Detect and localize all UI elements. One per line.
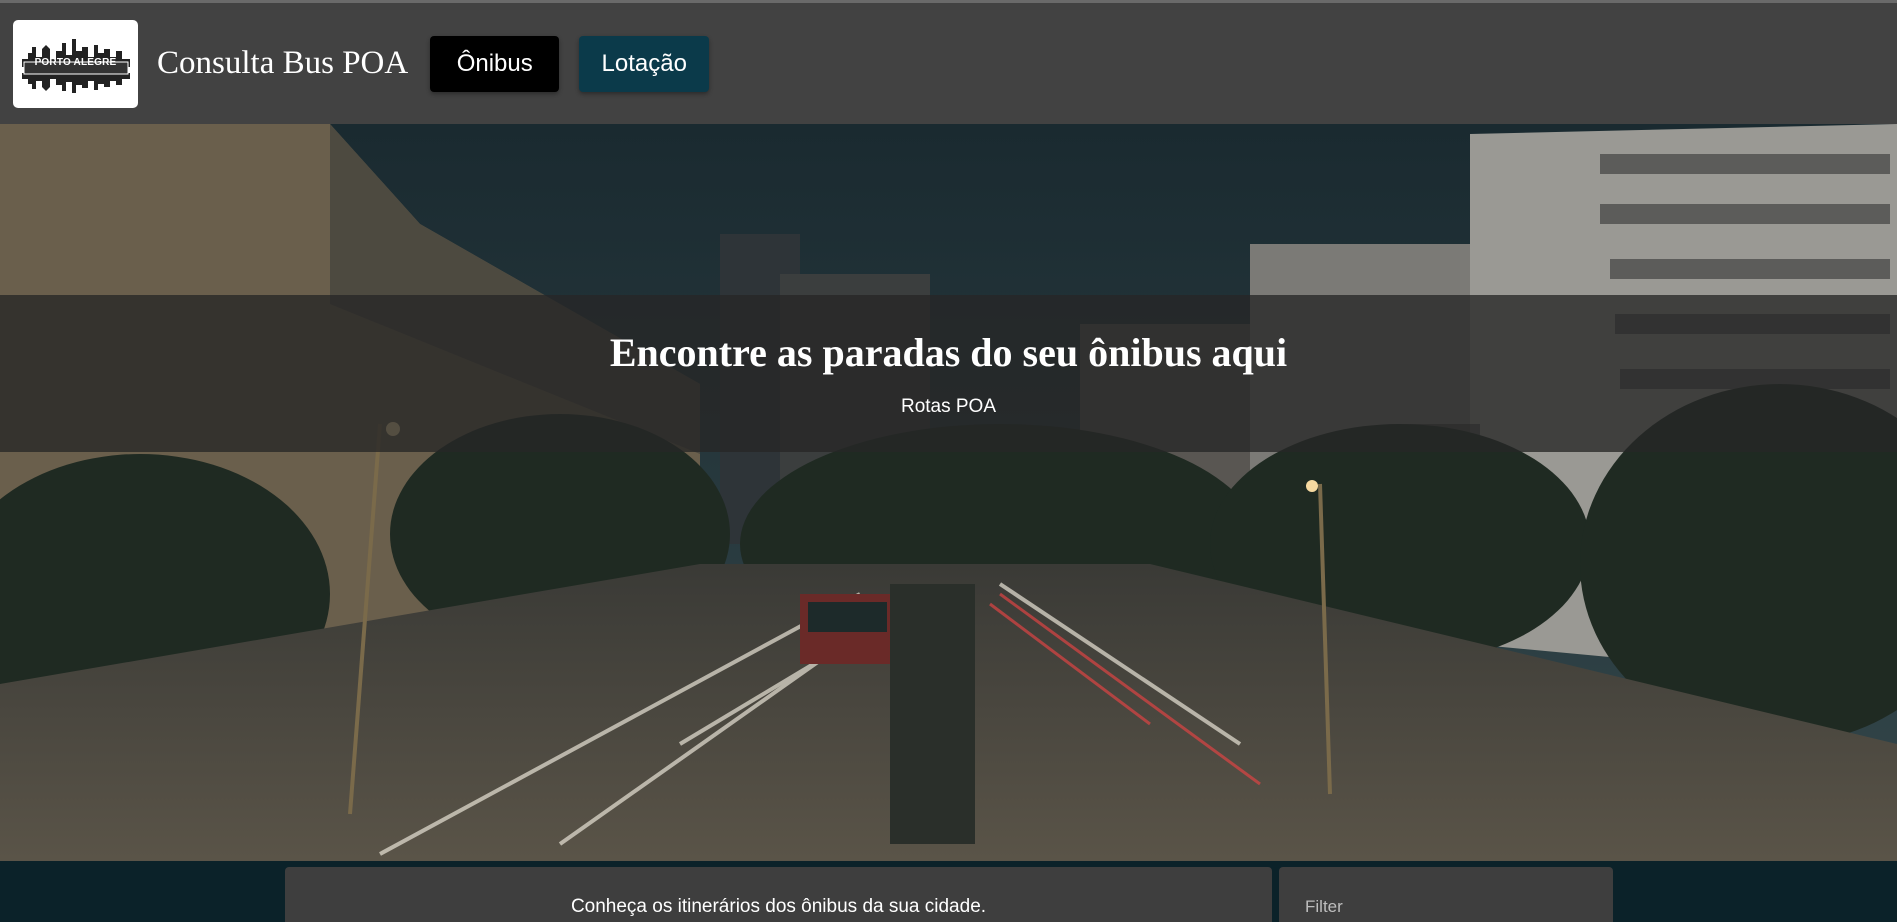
hero-subtitle: Rotas POA <box>900 396 997 417</box>
hero-caption-band: Encontre as paradas do seu ônibus aqui R… <box>0 295 1897 452</box>
lotacao-button[interactable]: Lotação <box>579 35 710 92</box>
hero-title: Encontre as paradas do seu ônibus aqui <box>609 330 1288 375</box>
hero-banner: Encontre as paradas do seu ônibus aqui R… <box>0 124 1897 861</box>
filter-card <box>1279 867 1613 922</box>
filter-input[interactable] <box>1305 897 1587 917</box>
onibus-button[interactable]: Ônibus <box>430 35 560 92</box>
porto-alegre-logo[interactable]: PORTO ALEGRE <box>13 19 138 108</box>
navbar: PORTO ALEGRE Consulta Bus POA Ônibus Lot… <box>0 3 1897 124</box>
city-night-background-image <box>0 124 1897 861</box>
logo-text: PORTO ALEGRE <box>34 56 117 68</box>
intro-card: Conheça os itinerários dos ônibus da sua… <box>285 867 1272 922</box>
intro-text: Conheça os itinerários dos ônibus da sua… <box>570 896 987 917</box>
brand-title[interactable]: Consulta Bus POA <box>157 45 408 82</box>
